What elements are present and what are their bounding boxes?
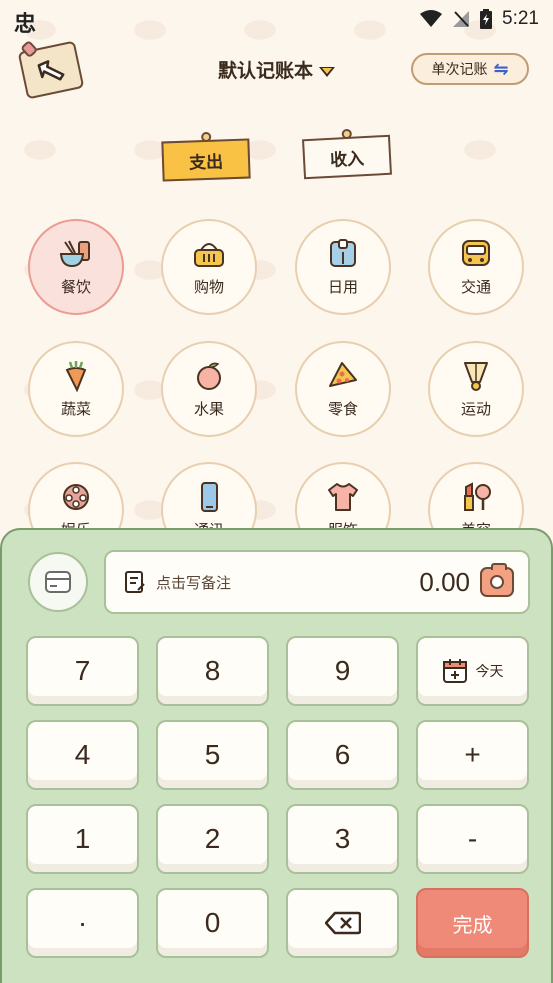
key-6[interactable]: 6 xyxy=(286,720,399,790)
pin-decoration xyxy=(201,131,212,143)
no-signal-icon xyxy=(453,11,470,27)
category-label: 日用 xyxy=(327,277,358,296)
clock: 5:21 xyxy=(502,8,539,29)
date-label: 今天 xyxy=(475,663,504,679)
phone-icon xyxy=(192,481,226,513)
shuttlecock-icon xyxy=(459,360,493,392)
key-7[interactable]: 7 xyxy=(26,636,139,706)
category-food[interactable]: 餐饮 xyxy=(28,219,124,315)
dropdown-triangle-icon xyxy=(319,66,335,77)
tab-income-label: 收入 xyxy=(329,148,365,171)
status-icons: 5:21 xyxy=(420,8,539,30)
battery-icon xyxy=(480,9,493,29)
amount-display: 0.00 xyxy=(419,566,470,597)
record-mode-label: 单次记账 xyxy=(431,62,488,78)
done-button[interactable]: 完成 xyxy=(416,888,529,958)
wallet-icon xyxy=(45,571,71,593)
note-amount-bar[interactable]: 点击写备注 0.00 xyxy=(104,550,530,614)
tshirt-icon xyxy=(326,481,360,513)
category-sports[interactable]: 运动 xyxy=(428,341,524,437)
wifi-icon xyxy=(420,10,443,27)
category-label: 运动 xyxy=(460,399,491,418)
category-label: 零食 xyxy=(327,399,358,418)
category-label: 餐饮 xyxy=(60,277,91,296)
switch-arrows-icon: ⇋ xyxy=(493,58,509,80)
lipstick-icon xyxy=(459,481,493,513)
record-mode-button[interactable]: 单次记账 ⇋ xyxy=(411,53,529,85)
category-communication[interactable]: 通讯 xyxy=(161,462,257,529)
category-grid: 餐饮 购物 日用 交通 蔬菜 水果 零食 运动 xyxy=(28,219,528,529)
account-button[interactable] xyxy=(28,552,88,612)
key-4[interactable]: 4 xyxy=(26,720,139,790)
pin-decoration xyxy=(341,128,353,140)
peach-icon xyxy=(192,360,226,392)
key-5[interactable]: 5 xyxy=(156,720,269,790)
category-fruit[interactable]: 水果 xyxy=(161,341,257,437)
calendar-icon xyxy=(442,659,467,683)
category-vegetables[interactable]: 蔬菜 xyxy=(28,341,124,437)
category-beauty[interactable]: 美容 xyxy=(428,462,524,529)
category-entertainment[interactable]: 娱乐 xyxy=(28,462,124,529)
category-snacks[interactable]: 零食 xyxy=(295,341,391,437)
key-0[interactable]: 0 xyxy=(156,888,269,958)
key-1[interactable]: 1 xyxy=(26,804,139,874)
book-name: 默认记账本 xyxy=(217,60,313,82)
category-daily[interactable]: 日用 xyxy=(295,219,391,315)
film-reel-icon xyxy=(59,481,93,513)
key-2[interactable]: 2 xyxy=(156,804,269,874)
shopping-basket-icon xyxy=(192,238,226,270)
category-shopping[interactable]: 购物 xyxy=(161,219,257,315)
key-minus[interactable]: - xyxy=(416,804,529,874)
category-label: 蔬菜 xyxy=(60,399,91,418)
tissue-roll-icon xyxy=(326,238,360,270)
pizza-icon xyxy=(326,360,360,392)
key-dot[interactable]: · xyxy=(26,888,139,958)
note-placeholder[interactable]: 点击写备注 xyxy=(156,572,419,593)
carrot-icon xyxy=(59,360,93,392)
bus-icon xyxy=(459,238,493,270)
category-clothing[interactable]: 服饰 xyxy=(295,462,391,529)
food-bowl-icon xyxy=(59,238,93,270)
status-bar: 忠 5:21 xyxy=(0,0,553,40)
key-plus[interactable]: + xyxy=(416,720,529,790)
backspace-icon xyxy=(324,911,361,935)
notification-app-icon: 忠 xyxy=(14,12,37,37)
tab-expense-label: 支出 xyxy=(188,151,224,174)
category-transport[interactable]: 交通 xyxy=(428,219,524,315)
category-label: 购物 xyxy=(193,277,224,296)
key-9[interactable]: 9 xyxy=(286,636,399,706)
keypad-panel: 点击写备注 0.00 7 8 9 今天 4 5 6 + 1 2 3 - · 0 … xyxy=(0,528,553,983)
tab-income[interactable]: 收入 xyxy=(302,128,392,180)
category-label: 交通 xyxy=(460,277,491,296)
backspace-button[interactable] xyxy=(286,888,399,958)
tab-expense[interactable]: 支出 xyxy=(161,131,251,182)
key-8[interactable]: 8 xyxy=(156,636,269,706)
note-icon xyxy=(125,571,145,593)
date-button[interactable]: 今天 xyxy=(416,636,529,706)
category-label: 水果 xyxy=(193,399,224,418)
camera-icon[interactable] xyxy=(480,563,514,597)
key-3[interactable]: 3 xyxy=(286,804,399,874)
